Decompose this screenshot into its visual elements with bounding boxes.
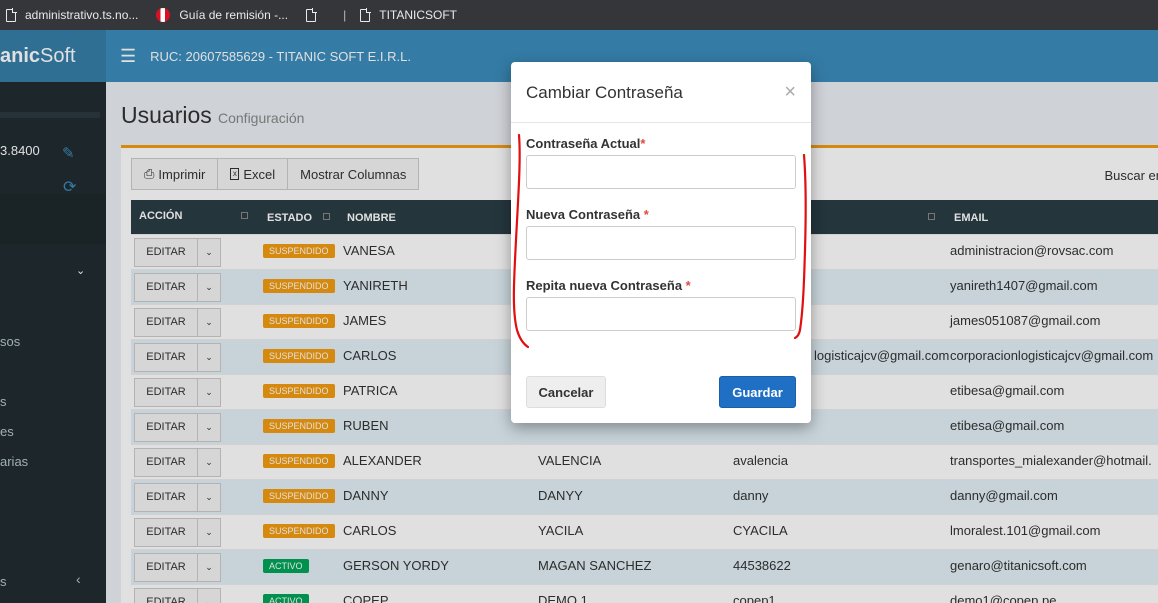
bookmark-label: Guía de remisión -... xyxy=(179,8,289,22)
bookmark-blank[interactable] xyxy=(306,7,325,22)
current-password-input[interactable] xyxy=(526,155,796,189)
page-icon xyxy=(6,7,17,22)
close-icon[interactable]: × xyxy=(784,81,796,104)
bookmark-administrativo[interactable]: administrativo.ts.no... xyxy=(6,7,139,22)
modal-title: Cambiar Contraseña xyxy=(526,83,683,102)
peru-flag-icon xyxy=(156,8,171,22)
required-mark: * xyxy=(643,207,649,222)
repeat-password-input[interactable] xyxy=(526,297,796,331)
modal-header-divider xyxy=(511,122,811,123)
label-text: Contraseña Actual xyxy=(526,136,641,151)
cancel-button[interactable]: Cancelar xyxy=(526,376,606,408)
bookmark-guia-remision[interactable]: Guía de remisión -... xyxy=(156,8,288,22)
bookmark-label: administrativo.ts.no... xyxy=(25,8,139,22)
label-text: Nueva Contraseña xyxy=(526,207,644,222)
new-password-label: Nueva Contraseña * xyxy=(526,207,649,222)
required-mark: * xyxy=(685,278,691,293)
new-password-input[interactable] xyxy=(526,226,796,260)
label-text: Repita nueva Contraseña xyxy=(526,278,686,293)
repeat-password-label: Repita nueva Contraseña * xyxy=(526,278,691,293)
change-password-modal: Cambiar Contraseña × Contraseña Actual* … xyxy=(511,62,811,423)
page-icon xyxy=(360,7,372,22)
bookmarks-bar: administrativo.ts.no... Guía de remisión… xyxy=(0,0,1158,30)
required-mark: * xyxy=(640,136,646,151)
bookmark-titanicsoft[interactable]: TITANICSOFT xyxy=(360,7,458,22)
page-icon xyxy=(306,7,318,22)
save-button[interactable]: Guardar xyxy=(719,376,796,408)
bookmark-label: TITANICSOFT xyxy=(379,8,458,22)
bookmark-separator: | xyxy=(343,8,347,22)
current-password-label: Contraseña Actual* xyxy=(526,136,645,151)
